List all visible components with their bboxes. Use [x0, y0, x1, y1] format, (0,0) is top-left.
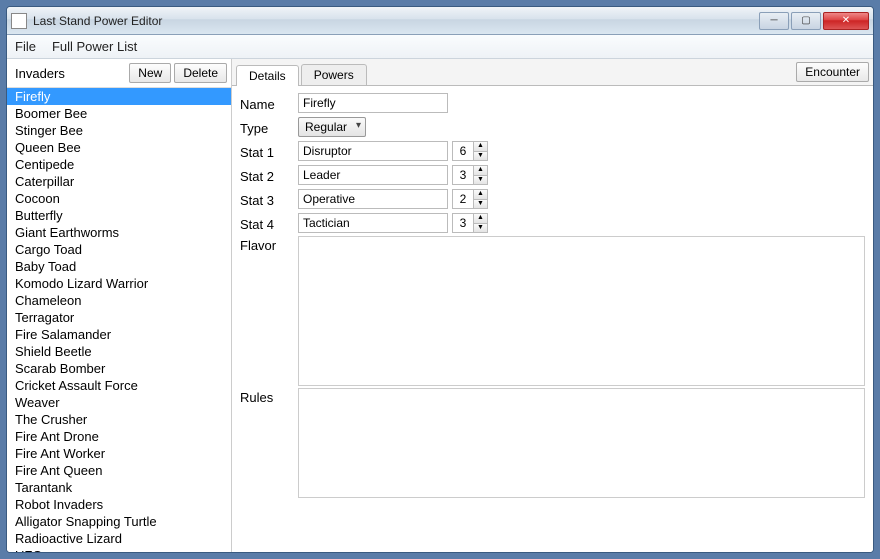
stat4-up-icon[interactable]: ▲ — [474, 214, 487, 224]
list-item[interactable]: Centipede — [7, 156, 231, 173]
stat4-spinner[interactable]: ▲▼ — [452, 213, 488, 233]
window-buttons: ─ ▢ ✕ — [757, 12, 869, 30]
stat3-value[interactable] — [453, 190, 473, 208]
stat1-name-input[interactable] — [298, 141, 448, 161]
close-button[interactable]: ✕ — [823, 12, 869, 30]
list-item[interactable]: Scarab Bomber — [7, 360, 231, 377]
list-item[interactable]: Alligator Snapping Turtle — [7, 513, 231, 530]
list-item[interactable]: Caterpillar — [7, 173, 231, 190]
main-panel: Details Powers Encounter Name Type Regul… — [232, 59, 873, 552]
list-item[interactable]: Fire Ant Drone — [7, 428, 231, 445]
stat1-spinner[interactable]: ▲▼ — [452, 141, 488, 161]
details-panel: Name Type Regular Stat 1 ▲▼ Stat 2 — [232, 86, 873, 552]
list-item[interactable]: Terragator — [7, 309, 231, 326]
list-item[interactable]: Baby Toad — [7, 258, 231, 275]
delete-button[interactable]: Delete — [174, 63, 227, 83]
label-stat3: Stat 3 — [240, 191, 298, 208]
tab-powers[interactable]: Powers — [301, 64, 367, 85]
menu-full-power-list[interactable]: Full Power List — [52, 39, 137, 54]
list-item[interactable]: The Crusher — [7, 411, 231, 428]
list-item[interactable]: Giant Earthworms — [7, 224, 231, 241]
list-item[interactable]: Fire Ant Queen — [7, 462, 231, 479]
list-item[interactable]: Boomer Bee — [7, 105, 231, 122]
label-name: Name — [240, 95, 298, 112]
list-item[interactable]: UFO — [7, 547, 231, 552]
list-item[interactable]: Butterfly — [7, 207, 231, 224]
stat2-spinner[interactable]: ▲▼ — [452, 165, 488, 185]
stat2-value[interactable] — [453, 166, 473, 184]
encounter-button[interactable]: Encounter — [796, 62, 869, 82]
sidebar: Invaders New Delete FireflyBoomer BeeSti… — [7, 59, 232, 552]
stat1-down-icon[interactable]: ▼ — [474, 152, 487, 161]
minimize-button[interactable]: ─ — [759, 12, 789, 30]
list-item[interactable]: Robot Invaders — [7, 496, 231, 513]
stat1-up-icon[interactable]: ▲ — [474, 142, 487, 152]
stat2-up-icon[interactable]: ▲ — [474, 166, 487, 176]
new-button[interactable]: New — [129, 63, 171, 83]
sidebar-header: Invaders New Delete — [7, 59, 231, 88]
label-type: Type — [240, 119, 298, 136]
stat4-name-input[interactable] — [298, 213, 448, 233]
menu-file[interactable]: File — [15, 39, 36, 54]
stat3-up-icon[interactable]: ▲ — [474, 190, 487, 200]
list-item[interactable]: Cargo Toad — [7, 241, 231, 258]
list-item[interactable]: Cricket Assault Force — [7, 377, 231, 394]
maximize-button[interactable]: ▢ — [791, 12, 821, 30]
app-window: Last Stand Power Editor ─ ▢ ✕ File Full … — [6, 6, 874, 553]
stat2-down-icon[interactable]: ▼ — [474, 176, 487, 185]
invader-list[interactable]: FireflyBoomer BeeStinger BeeQueen BeeCen… — [7, 88, 231, 552]
stat1-value[interactable] — [453, 142, 473, 160]
label-flavor: Flavor — [240, 236, 298, 253]
tabbar: Details Powers Encounter — [232, 59, 873, 86]
label-rules: Rules — [240, 388, 298, 405]
list-item[interactable]: Shield Beetle — [7, 343, 231, 360]
tab-details[interactable]: Details — [236, 65, 299, 86]
stat2-name-input[interactable] — [298, 165, 448, 185]
menubar: File Full Power List — [7, 35, 873, 59]
list-item[interactable]: Fire Salamander — [7, 326, 231, 343]
list-item[interactable]: Chameleon — [7, 292, 231, 309]
list-item[interactable]: Firefly — [7, 88, 231, 105]
label-stat1: Stat 1 — [240, 143, 298, 160]
list-item[interactable]: Komodo Lizard Warrior — [7, 275, 231, 292]
list-item[interactable]: Weaver — [7, 394, 231, 411]
label-stat4: Stat 4 — [240, 215, 298, 232]
list-item[interactable]: Cocoon — [7, 190, 231, 207]
stat4-down-icon[interactable]: ▼ — [474, 224, 487, 233]
stat3-down-icon[interactable]: ▼ — [474, 200, 487, 209]
list-item[interactable]: Tarantank — [7, 479, 231, 496]
stat3-spinner[interactable]: ▲▼ — [452, 189, 488, 209]
sidebar-title: Invaders — [15, 66, 126, 81]
stat4-value[interactable] — [453, 214, 473, 232]
client-area: Invaders New Delete FireflyBoomer BeeSti… — [7, 59, 873, 552]
type-dropdown[interactable]: Regular — [298, 117, 366, 137]
window-title: Last Stand Power Editor — [33, 14, 757, 28]
rules-textarea[interactable] — [298, 388, 865, 498]
flavor-textarea[interactable] — [298, 236, 865, 386]
label-stat2: Stat 2 — [240, 167, 298, 184]
titlebar: Last Stand Power Editor ─ ▢ ✕ — [7, 7, 873, 35]
list-item[interactable]: Fire Ant Worker — [7, 445, 231, 462]
list-item[interactable]: Stinger Bee — [7, 122, 231, 139]
app-icon — [11, 13, 27, 29]
list-item[interactable]: Queen Bee — [7, 139, 231, 156]
name-input[interactable] — [298, 93, 448, 113]
list-item[interactable]: Radioactive Lizard — [7, 530, 231, 547]
stat3-name-input[interactable] — [298, 189, 448, 209]
